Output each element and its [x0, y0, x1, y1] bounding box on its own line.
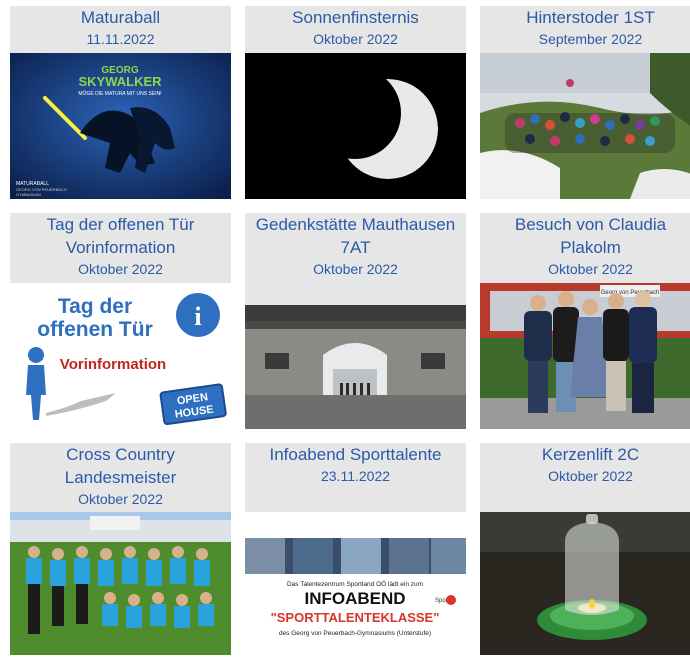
card-date: Oktober 2022 [78, 491, 163, 507]
svg-text:INFOABEND: INFOABEND [304, 589, 405, 608]
card-title[interactable]: Infoabend Sporttalente [245, 443, 466, 466]
svg-text:i: i [194, 302, 201, 331]
info-evening-flyer-icon[interactable]: Das Talentezentrum Sportland OÖ lädt ein… [245, 512, 466, 655]
card-title[interactable]: Cross Country Landesmeister [10, 443, 231, 489]
card-title[interactable]: Gedenkstätte Mauthausen 7AT [245, 213, 466, 259]
card-date: September 2022 [538, 31, 643, 47]
team-photo-icon[interactable] [10, 512, 231, 655]
card-date: Oktober 2022 [78, 261, 163, 277]
card-date: Oktober 2022 [313, 31, 398, 47]
gallery-card-cross-country[interactable]: Cross Country Landesmeister Oktober 2022 [10, 443, 231, 655]
card-title[interactable]: Besuch von Claudia Plakolm [480, 213, 690, 259]
svg-text:Das Talentezentrum Sportland O: Das Talentezentrum Sportland OÖ lädt ein… [287, 580, 423, 588]
gallery-card-hinterstoder[interactable]: Hinterstoder 1ST September 2022 [480, 6, 690, 199]
svg-text:GYMNASIUM: GYMNASIUM [16, 192, 41, 197]
svg-text:Vorinformation: Vorinformation [60, 356, 166, 373]
card-date: 11.11.2022 [86, 31, 155, 47]
gallery-card-plakolm[interactable]: Besuch von Claudia Plakolm Oktober 2022 … [480, 213, 690, 429]
card-title[interactable]: Maturaball [10, 6, 231, 29]
card-date: Oktober 2022 [548, 468, 633, 484]
card-date: Oktober 2022 [548, 261, 633, 277]
memorial-gate-photo-icon[interactable] [245, 283, 466, 429]
solar-eclipse-photo-icon[interactable] [245, 53, 466, 199]
svg-text:des Georg von Peuerbach-Gymnas: des Georg von Peuerbach-Gymnasiums (Unte… [279, 630, 431, 637]
card-title[interactable]: Sonnenfinsternis [245, 6, 466, 29]
svg-text:Tag der: Tag der [58, 295, 132, 318]
group-photo-icon[interactable] [480, 53, 690, 199]
card-title[interactable]: Kerzenlift 2C [480, 443, 690, 466]
svg-text:"SPORTTALENTEKLASSE": "SPORTTALENTEKLASSE" [271, 610, 440, 625]
svg-text:Georg von Peuerbach: Georg von Peuerbach [601, 290, 660, 296]
gallery-card-tag-der-offenen-tuer[interactable]: Tag der offenen Tür Vorinformation Oktob… [10, 213, 231, 429]
open-house-info-icon[interactable]: Tag der offenen Tür i Vorinformation OPE… [10, 283, 231, 429]
visitors-photo-icon[interactable]: Georg von Peuerbach [480, 283, 690, 429]
gallery-card-mauthausen[interactable]: Gedenkstätte Mauthausen 7AT Oktober 2022 [245, 213, 466, 429]
card-title[interactable]: Hinterstoder 1ST [480, 6, 690, 29]
gallery-card-sonnenfinsternis[interactable]: Sonnenfinsternis Oktober 2022 [245, 6, 466, 199]
gallery-card-maturaball[interactable]: Maturaball 11.11.2022 GEORG SKYWALKER MÖ… [10, 6, 231, 199]
svg-text:SKYWALKER: SKYWALKER [78, 74, 162, 89]
card-date: Oktober 2022 [313, 261, 398, 277]
candle-photo-icon[interactable] [480, 512, 690, 655]
svg-text:offenen Tür: offenen Tür [37, 318, 153, 341]
gallery-card-kerzenlift[interactable]: Kerzenlift 2C Oktober 2022 [480, 443, 690, 655]
card-date: 23.11.2022 [320, 468, 391, 484]
gallery-card-infoabend[interactable]: Infoabend Sporttalente 23.11.2022 Das Ta… [245, 443, 466, 655]
card-title[interactable]: Tag der offenen Tür Vorinformation [10, 213, 231, 259]
matura-ball-poster-icon[interactable]: GEORG SKYWALKER MÖGE DIE MATURA MIT UNS … [10, 53, 231, 199]
svg-text:MÖGE DIE MATURA MIT UNS SEIN!: MÖGE DIE MATURA MIT UNS SEIN! [78, 90, 161, 97]
